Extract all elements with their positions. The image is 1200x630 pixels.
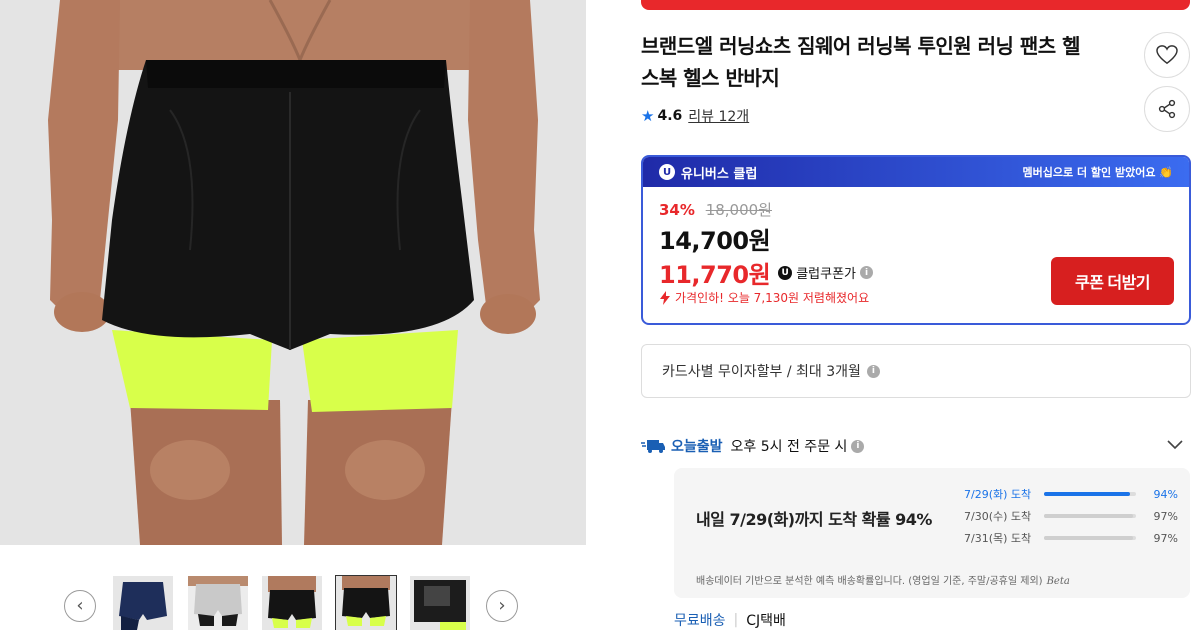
chevron-right-icon: ›: [498, 595, 506, 616]
courier-name: CJ택배: [746, 613, 786, 629]
club-name: 유니버스 클럽: [681, 166, 758, 182]
arrival-headline: 내일 7/29(화)까지 도착 확률 94%: [696, 510, 932, 529]
share-icon: [1158, 99, 1176, 119]
prob-row: 7/31(목) 도착 97%: [964, 530, 1178, 546]
club-body: 34% 18,000원 14,700원 11,770원 U 클럽쿠폰가 i 가격…: [643, 187, 1189, 323]
product-title-line1: 브랜드엘 러닝쇼츠 짐웨어 러닝복 투인원 러닝 팬츠 헬: [641, 34, 1081, 58]
reviews-link[interactable]: 리뷰 12개: [688, 106, 749, 126]
top-red-banner: [641, 0, 1190, 10]
shipping-type: 오늘출발: [671, 439, 723, 455]
club-promo: 멤버십으로 더 할인 받았어요 👏: [1022, 166, 1173, 179]
prob-date: 7/29(화) 도착: [964, 488, 1032, 501]
next-image-button[interactable]: ›: [486, 590, 518, 622]
thumb-black-front-graphic: [336, 576, 396, 630]
prob-bar-track: [1044, 536, 1136, 540]
heart-icon: [1156, 45, 1178, 65]
fast-delivery-icon: [641, 440, 665, 453]
arrival-probability-box: 내일 7/29(화)까지 도착 확률 94% 7/29(화) 도착 94% 7/…: [674, 468, 1190, 598]
thumbnail-navy[interactable]: [113, 576, 173, 630]
coupon-price: 11,770원: [659, 261, 771, 289]
share-button[interactable]: [1144, 86, 1190, 132]
prob-date: 7/30(수) 도착: [964, 510, 1032, 523]
prob-bar-fill: [1044, 536, 1134, 540]
price-drop-notice: 가격인하! 오늘 7,130원 저렴해졌어요: [659, 289, 869, 306]
club-price-box: U 유니버스 클럽 멤버십으로 더 할인 받았어요 👏 34% 18,000원 …: [641, 155, 1191, 325]
coupon-more-button[interactable]: 쿠폰 더받기: [1051, 257, 1174, 305]
club-coupon-badge-icon: U: [778, 265, 793, 280]
prev-image-button[interactable]: ‹: [64, 590, 96, 622]
product-main-image[interactable]: [0, 0, 586, 545]
arrival-note-text: 배송데이터 기반으로 분석한 예측 배송확률입니다. (영업일 기준, 주말/공…: [696, 576, 1043, 587]
prob-bar-fill: [1044, 514, 1134, 518]
divider: |: [733, 612, 739, 628]
prob-row: 7/29(화) 도착 94%: [964, 486, 1178, 502]
thumbnail-black-back[interactable]: [262, 576, 322, 630]
info-icon[interactable]: i: [860, 266, 874, 279]
product-photo-graphic: [0, 0, 586, 545]
prob-value: 94%: [1153, 487, 1178, 501]
club-header: U 유니버스 클럽 멤버십으로 더 할인 받았어요 👏: [643, 157, 1189, 187]
thumb-black-pocket-graphic: [410, 576, 470, 630]
prob-value: 97%: [1153, 509, 1178, 523]
rating-row: ★ 4.6 리뷰 12개: [641, 105, 749, 127]
chevron-left-icon: ‹: [76, 595, 84, 616]
shipping-cutoff: 오후 5시 전 주문 시: [730, 439, 848, 455]
beta-label: Beta: [1046, 576, 1070, 587]
sale-price: 14,700원: [659, 227, 771, 255]
arrival-note: 배송데이터 기반으로 분석한 예측 배송확률입니다. (영업일 기준, 주말/공…: [696, 572, 1070, 587]
price-drop-text: 가격인하! 오늘 7,130원 저렴해졌어요: [675, 291, 870, 305]
product-title: 브랜드엘 러닝쇼츠 짐웨어 러닝복 투인원 러닝 팬츠 헬 스복 헬스 반바지: [641, 30, 1126, 94]
wishlist-button[interactable]: [1144, 32, 1190, 78]
star-icon: ★: [641, 107, 655, 125]
product-title-line2: 스복 헬스 반바지: [641, 66, 780, 90]
thumb-black-back-graphic: [262, 576, 322, 630]
chevron-down-icon[interactable]: [1165, 434, 1185, 454]
info-icon[interactable]: i: [866, 364, 880, 378]
thumb-gray-graphic: [188, 576, 248, 630]
original-price: 18,000원: [705, 201, 772, 219]
prob-bar-fill: [1044, 492, 1131, 496]
coupon-label: 클럽쿠폰가: [796, 267, 857, 282]
prob-bar-track: [1044, 492, 1136, 496]
discount-row: 34% 18,000원: [659, 199, 772, 220]
rating-score: 4.6: [657, 108, 683, 124]
card-installment-box[interactable]: 카드사별 무이자할부 / 최대 3개월 i: [641, 344, 1191, 398]
coupon-price-row: 11,770원 U 클럽쿠폰가 i: [659, 255, 874, 290]
thumbnail-gray[interactable]: [188, 576, 248, 630]
lightning-icon: [660, 290, 670, 305]
free-shipping-label: 무료배송: [674, 613, 726, 629]
thumb-navy-graphic: [113, 576, 173, 630]
discount-rate: 34%: [659, 201, 695, 219]
thumbnail-black-pocket[interactable]: [410, 576, 470, 630]
prob-row: 7/30(수) 도착 97%: [964, 508, 1178, 524]
info-icon[interactable]: i: [851, 439, 865, 453]
universe-badge-icon: U: [659, 164, 675, 180]
thumbnail-black-front[interactable]: [335, 575, 397, 630]
shipping-fee-row: 무료배송 | CJ택배: [674, 610, 786, 630]
prob-value: 97%: [1153, 531, 1178, 545]
shipping-row[interactable]: 오늘출발 오후 5시 전 주문 시 i: [641, 434, 1191, 458]
card-installment-text: 카드사별 무이자할부 / 최대 3개월: [662, 364, 861, 380]
prob-date: 7/31(목) 도착: [964, 532, 1032, 545]
club-title: U 유니버스 클럽: [659, 163, 757, 182]
prob-bar-track: [1044, 514, 1136, 518]
